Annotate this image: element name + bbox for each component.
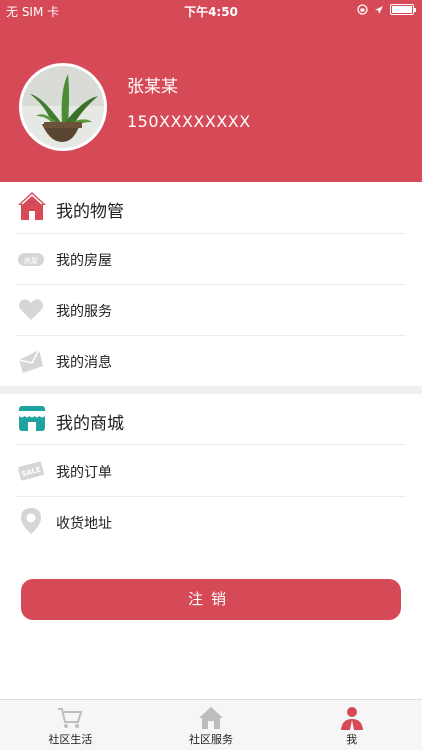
- heart-icon: [19, 299, 43, 320]
- section-property-title: 我的物管: [56, 202, 124, 222]
- cart-icon: [58, 708, 83, 728]
- menu-item-my-messages[interactable]: 我的消息: [0, 336, 422, 386]
- menu-item-label: 我的订单: [56, 465, 112, 481]
- battery-icon: [390, 4, 416, 15]
- envelope-icon: [18, 349, 43, 373]
- store-icon: [19, 406, 45, 431]
- tab-label: 社区服务: [189, 733, 233, 746]
- location-arrow-icon: [375, 5, 383, 14]
- menu-item-shipping-address[interactable]: 收货地址: [0, 497, 422, 547]
- location-pin-icon: [21, 508, 41, 534]
- svg-text:房屋: 房屋: [24, 256, 38, 265]
- status-icons: [357, 4, 416, 15]
- menu-item-label: 我的服务: [56, 304, 112, 320]
- tab-community-services[interactable]: 社区服务: [141, 700, 282, 750]
- tab-label: 社区生活: [48, 733, 93, 746]
- menu-item-my-house[interactable]: 房屋 我的房屋: [0, 234, 422, 284]
- house-tag-icon: 房屋: [18, 253, 44, 266]
- tab-label: 我: [346, 733, 358, 746]
- menu-item-my-services[interactable]: 我的服务: [0, 285, 422, 335]
- tab-me[interactable]: 我: [281, 700, 422, 750]
- section-gap: [0, 386, 422, 394]
- logout-button[interactable]: 注销: [21, 579, 401, 620]
- section-property-header: 我的物管: [0, 182, 422, 234]
- avatar[interactable]: [19, 63, 107, 151]
- profile-header: 张某某 150XXXXXXXX: [0, 22, 422, 182]
- status-bar: 无 SIM 卡 下午4:50: [0, 0, 422, 22]
- section-mall-header: 我的商城: [0, 394, 422, 446]
- menu-item-label: 收货地址: [56, 516, 112, 532]
- house-icon: [199, 707, 223, 729]
- person-icon: [340, 707, 363, 730]
- user-name: 张某某: [127, 77, 178, 97]
- menu-item-label: 我的消息: [56, 355, 112, 371]
- menu-item-my-orders[interactable]: SALE 我的订单: [0, 446, 422, 496]
- tab-bar: 社区生活 社区服务 我: [0, 699, 422, 750]
- user-phone: 150XXXXXXXX: [127, 112, 251, 131]
- rotation-lock-icon: [357, 4, 368, 15]
- house-icon: [18, 192, 46, 220]
- section-mall-title: 我的商城: [56, 414, 124, 434]
- tab-community-life[interactable]: 社区生活: [0, 700, 141, 750]
- divider: [16, 444, 406, 445]
- sale-tag-icon: SALE: [18, 461, 44, 481]
- menu-item-label: 我的房屋: [56, 253, 112, 269]
- plant-photo-avatar-icon: [22, 66, 104, 148]
